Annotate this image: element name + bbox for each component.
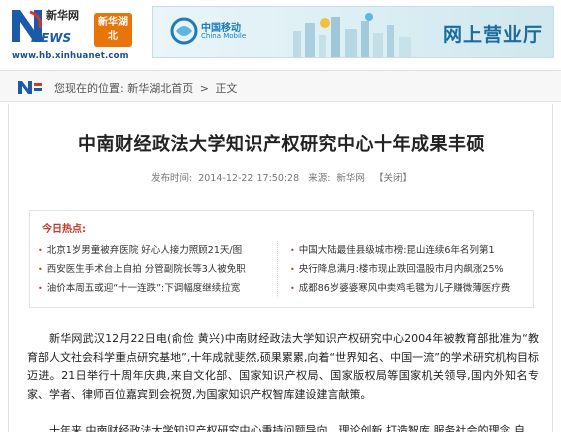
bullet-icon: • bbox=[290, 246, 295, 255]
hot-news-item[interactable]: • 西安医生手术台上自拍 分管副院长等3人被免职 bbox=[38, 260, 277, 279]
breadcrumb-bar: 您现在的位置: 新华湖北首页 > 正文 bbox=[0, 70, 561, 102]
breadcrumb-separator: > bbox=[199, 82, 209, 95]
source-label: 来源: bbox=[308, 173, 331, 184]
breadcrumb: 您现在的位置: 新华湖北首页 > 正文 bbox=[54, 80, 237, 96]
hot-news-item[interactable]: • 北京1岁男童被弃医院 好心人接力照顾21天/图 bbox=[38, 241, 277, 260]
banner-title: 网上营业厅 bbox=[442, 24, 543, 46]
hubei-badge: 新华湖北 bbox=[94, 13, 132, 47]
close-link[interactable]: 【关闭】 bbox=[374, 173, 412, 184]
brand-name: 新华网 bbox=[46, 9, 79, 22]
breadcrumb-home-link[interactable]: 新华湖北首页 bbox=[127, 82, 193, 95]
operator-name-en: China Mobile bbox=[201, 32, 247, 40]
source-name: 新华网 bbox=[336, 173, 365, 184]
hot-news-link[interactable]: 成都86岁婆婆寒风中卖鸡毛毽为儿子赚微薄医疗费 bbox=[299, 283, 511, 294]
article-container: 中南财经政法大学知识产权研究中心十年成果丰硕 发布时间: 2014-12-22 1… bbox=[8, 104, 553, 432]
hot-news-link[interactable]: 北京1岁男童被弃医院 好心人接力照顾21天/图 bbox=[47, 245, 242, 256]
hot-news-link[interactable]: 中国大陆最佳县级城市榜:昆山连续6年名列第1 bbox=[299, 245, 495, 256]
hot-news-item[interactable]: • 油价本周五或迎“十一连跌”:下调幅度继续拉宽 bbox=[38, 279, 277, 298]
bullet-icon: • bbox=[38, 265, 43, 274]
bullet-icon: • bbox=[290, 284, 295, 293]
article-paragraph: 新华网武汉12月22日电(俞俭 黄兴)中南财经政法大学知识产权研究中心2004年… bbox=[27, 332, 539, 401]
hot-news-box: 今日热点: • 北京1岁男童被弃医院 好心人接力照顾21天/图 • 西安医生手术台上… bbox=[29, 210, 534, 308]
hot-news-link[interactable]: 央行降息满月:楼市现止跌回温股市月内飙涨25% bbox=[299, 264, 504, 275]
china-mobile-banner[interactable]: 中国移动 China Mobile 网上营业厅 bbox=[152, 6, 554, 58]
hot-news-item[interactable]: • 成都86岁婆婆寒风中卖鸡毛毽为儿子赚微薄医疗费 bbox=[290, 279, 530, 298]
article-title: 中南财经政法大学知识产权研究中心十年成果丰硕 bbox=[78, 134, 485, 155]
site-url: www.hb.xinhuanet.com bbox=[12, 51, 129, 61]
hot-news-left-column: • 北京1岁男童被弃医院 好心人接力照顾21天/图 • 西安医生手术台上自拍 分管副… bbox=[38, 241, 278, 298]
xinhua-small-logo-icon bbox=[18, 81, 42, 94]
china-mobile-logo-icon bbox=[170, 17, 198, 45]
brand-news: NEWS bbox=[31, 31, 72, 45]
article-meta: 发布时间: 2014-12-22 17:50:28 来源: 新华网 【关闭】 bbox=[9, 170, 554, 184]
hot-news-item[interactable]: • 中国大陆最佳县级城市榜:昆山连续6年名列第1 bbox=[290, 241, 530, 260]
xinhua-logo[interactable]: 新华网 NEWS 新华湖北 www.hb.xinhuanet.com bbox=[8, 6, 132, 61]
publish-time: 2014-12-22 17:50:28 bbox=[198, 173, 300, 184]
hot-news-title: 今日热点: bbox=[42, 224, 86, 235]
bullet-icon: • bbox=[38, 246, 43, 255]
hot-news-link[interactable]: 西安医生手术台上自拍 分管副院长等3人被免职 bbox=[47, 264, 246, 275]
bullet-icon: • bbox=[38, 284, 43, 293]
hot-news-right-column: • 中国大陆最佳县级城市榜:昆山连续6年名列第1 • 央行降息满月:楼市现止跌回温股… bbox=[290, 241, 530, 298]
hot-news-link[interactable]: 油价本周五或迎“十一连跌”:下调幅度继续拉宽 bbox=[47, 283, 241, 294]
publish-label: 发布时间: bbox=[151, 173, 193, 184]
hot-news-item[interactable]: • 央行降息满月:楼市现止跌回温股市月内飙涨25% bbox=[290, 260, 530, 279]
bullet-icon: • bbox=[290, 265, 295, 274]
breadcrumb-current: 正文 bbox=[215, 82, 238, 95]
article-paragraph: 十年来,中南财经政法大学知识产权研究中心秉持问题导向、理论创新,打造智库,服务社… bbox=[49, 424, 525, 432]
breadcrumb-prefix: 您现在的位置: bbox=[54, 82, 124, 95]
city-skyline-icon bbox=[293, 13, 411, 57]
site-header: 新华网 NEWS 新华湖北 www.hb.xinhuanet.com 中国移动 … bbox=[0, 0, 561, 64]
